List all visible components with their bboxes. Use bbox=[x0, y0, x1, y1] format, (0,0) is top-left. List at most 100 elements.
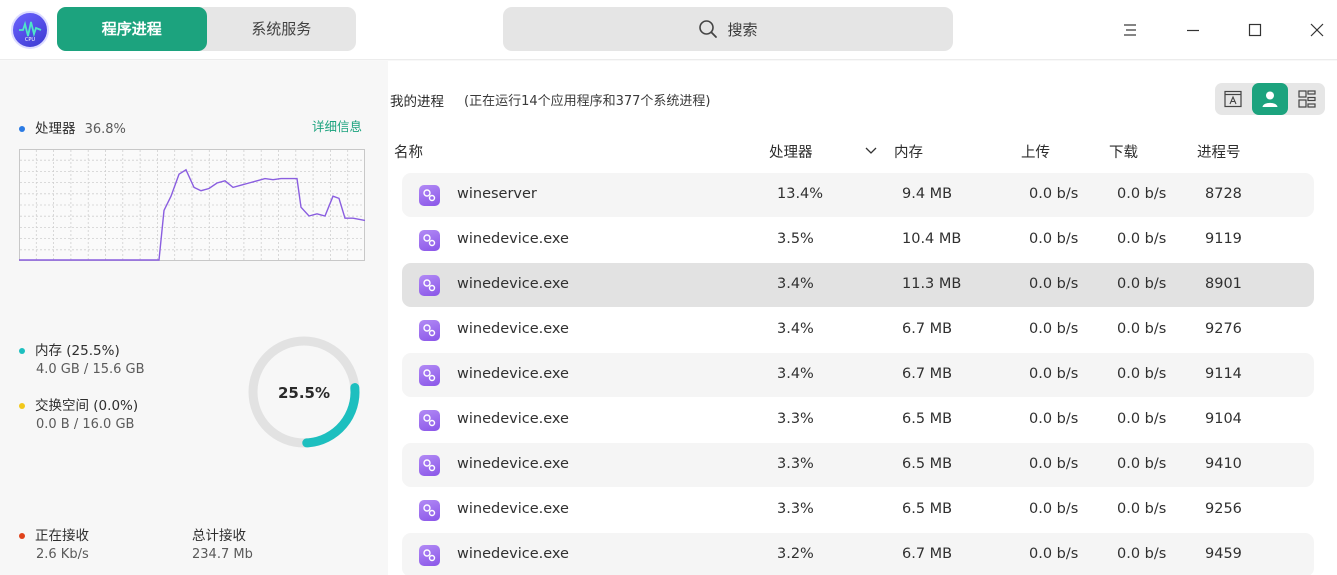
hamburger-menu-icon bbox=[1124, 24, 1136, 36]
search-icon bbox=[699, 20, 718, 38]
process-name: wineserver bbox=[457, 186, 537, 202]
close-icon bbox=[1310, 23, 1324, 37]
process-icon bbox=[419, 500, 440, 521]
process-cpu: 3.4% bbox=[777, 321, 814, 337]
process-section-desc: (正在运行14个应用程序和377个系统进程) bbox=[464, 94, 711, 109]
process-pid: 8728 bbox=[1205, 186, 1242, 202]
app-logo-text: CPU bbox=[25, 37, 36, 43]
table-row[interactable]: winedevice.exe 3.3% 6.5 MB 0.0 b/s 0.0 b… bbox=[402, 443, 1314, 487]
process-download: 0.0 b/s bbox=[1117, 456, 1167, 472]
swap-legend-dot bbox=[19, 402, 25, 409]
process-pid: 9104 bbox=[1205, 411, 1242, 427]
process-memory: 6.7 MB bbox=[902, 321, 953, 337]
table-row[interactable]: winedevice.exe 3.4% 6.7 MB 0.0 b/s 0.0 b… bbox=[402, 308, 1314, 352]
process-name: winedevice.exe bbox=[457, 276, 569, 292]
process-name: winedevice.exe bbox=[457, 231, 569, 247]
tab-processes[interactable]: 程序进程 bbox=[57, 7, 207, 51]
tab-services[interactable]: 系统服务 bbox=[207, 7, 357, 51]
process-cpu: 3.4% bbox=[777, 366, 814, 382]
view-all-processes-button[interactable] bbox=[1288, 83, 1325, 115]
process-pid: 9119 bbox=[1205, 231, 1242, 247]
network-total-value: 234.7 Mb bbox=[192, 547, 253, 562]
title-bar: CPU 程序进程 系统服务 搜索 bbox=[0, 0, 1337, 60]
memory-label: 内存 (25.5%) bbox=[35, 343, 120, 359]
minimize-icon bbox=[1187, 29, 1199, 32]
process-name: winedevice.exe bbox=[457, 456, 569, 472]
close-button[interactable] bbox=[1297, 10, 1337, 50]
table-row[interactable]: winedevice.exe 3.4% 11.3 MB 0.0 b/s 0.0 … bbox=[402, 263, 1314, 307]
maximize-button[interactable] bbox=[1235, 10, 1275, 50]
maximize-icon bbox=[1248, 23, 1262, 37]
view-tabs: 程序进程 系统服务 bbox=[57, 7, 356, 51]
process-memory: 10.4 MB bbox=[902, 231, 962, 247]
process-pid: 8901 bbox=[1205, 276, 1242, 292]
table-row[interactable]: winedevice.exe 3.2% 6.7 MB 0.0 b/s 0.0 b… bbox=[402, 533, 1314, 575]
swap-label: 交换空间 (0.0%) bbox=[35, 398, 139, 414]
app-window-icon bbox=[1224, 90, 1242, 108]
table-row[interactable]: winedevice.exe 3.3% 6.5 MB 0.0 b/s 0.0 b… bbox=[402, 398, 1314, 442]
cpu-label: 处理器 bbox=[35, 121, 76, 137]
column-header-cpu[interactable]: 处理器 bbox=[769, 141, 813, 162]
column-header-name[interactable]: 名称 bbox=[394, 141, 423, 162]
column-header-download[interactable]: 下载 bbox=[1109, 141, 1138, 162]
process-icon bbox=[419, 545, 440, 566]
cpu-history-chart bbox=[19, 149, 365, 261]
view-apps-button[interactable] bbox=[1215, 83, 1252, 115]
network-total: 总计接收 234.7 Mb bbox=[192, 524, 253, 562]
process-download: 0.0 b/s bbox=[1117, 546, 1167, 562]
memory-ring-label: 25.5% bbox=[278, 384, 330, 402]
cpu-percent: 36.8% bbox=[84, 122, 126, 137]
process-memory: 6.7 MB bbox=[902, 546, 953, 562]
process-icon bbox=[419, 365, 440, 386]
tree-view-icon bbox=[1298, 90, 1316, 108]
process-cpu: 3.2% bbox=[777, 546, 814, 562]
process-upload: 0.0 b/s bbox=[1029, 276, 1079, 292]
process-cpu: 3.3% bbox=[777, 456, 814, 472]
process-memory: 6.5 MB bbox=[902, 501, 953, 517]
table-row[interactable]: winedevice.exe 3.5% 10.4 MB 0.0 b/s 0.0 … bbox=[402, 218, 1314, 262]
process-upload: 0.0 b/s bbox=[1029, 411, 1079, 427]
cpu-detail-link[interactable]: 详细信息 bbox=[312, 116, 362, 135]
sort-descending-icon[interactable] bbox=[864, 144, 878, 158]
process-upload: 0.0 b/s bbox=[1029, 321, 1079, 337]
network-recv-label: 正在接收 bbox=[35, 528, 89, 544]
process-download: 0.0 b/s bbox=[1117, 186, 1167, 202]
waveform-icon: CPU bbox=[19, 20, 42, 43]
monitor-panel: 处理器 36.8% 详细信息 内存 (25.5%) 4.0 GB / 15.6 … bbox=[0, 61, 388, 575]
process-panel: 我的进程 (正在运行14个应用程序和377个系统进程) 名称 处理器 内存 上传… bbox=[388, 61, 1337, 575]
process-pid: 9256 bbox=[1205, 501, 1242, 517]
menu-button[interactable] bbox=[1110, 10, 1150, 50]
minimize-button[interactable] bbox=[1173, 10, 1213, 50]
process-download: 0.0 b/s bbox=[1117, 411, 1167, 427]
process-pid: 9459 bbox=[1205, 546, 1242, 562]
process-memory: 6.5 MB bbox=[902, 456, 953, 472]
cpu-legend-dot bbox=[19, 125, 25, 132]
network-total-label: 总计接收 bbox=[192, 528, 246, 544]
process-upload: 0.0 b/s bbox=[1029, 456, 1079, 472]
process-pid: 9276 bbox=[1205, 321, 1242, 337]
column-header-pid[interactable]: 进程号 bbox=[1197, 141, 1241, 162]
app-logo: CPU bbox=[11, 11, 49, 49]
swap-summary: 交换空间 (0.0%) 0.0 B / 16.0 GB bbox=[19, 394, 138, 432]
table-row[interactable]: wineserver 13.4% 9.4 MB 0.0 b/s 0.0 b/s … bbox=[402, 173, 1314, 217]
process-pid: 9410 bbox=[1205, 456, 1242, 472]
process-name: winedevice.exe bbox=[457, 321, 569, 337]
process-download: 0.0 b/s bbox=[1117, 321, 1167, 337]
process-cpu: 3.3% bbox=[777, 411, 814, 427]
network-recv-value: 2.6 Kb/s bbox=[36, 547, 89, 562]
process-memory: 9.4 MB bbox=[902, 186, 953, 202]
process-memory: 6.7 MB bbox=[902, 366, 953, 382]
column-header-memory[interactable]: 内存 bbox=[894, 141, 923, 162]
memory-ring-chart: 25.5% bbox=[248, 336, 360, 448]
table-row[interactable]: winedevice.exe 3.3% 6.5 MB 0.0 b/s 0.0 b… bbox=[402, 488, 1314, 532]
swap-detail: 0.0 B / 16.0 GB bbox=[36, 417, 135, 432]
process-icon bbox=[419, 320, 440, 341]
process-cpu: 3.5% bbox=[777, 231, 814, 247]
process-name: winedevice.exe bbox=[457, 366, 569, 382]
column-header-upload[interactable]: 上传 bbox=[1021, 141, 1050, 162]
table-row[interactable]: winedevice.exe 3.4% 6.7 MB 0.0 b/s 0.0 b… bbox=[402, 353, 1314, 397]
view-my-processes-button[interactable] bbox=[1251, 83, 1289, 115]
search-box[interactable]: 搜索 bbox=[503, 7, 953, 51]
process-upload: 0.0 b/s bbox=[1029, 231, 1079, 247]
process-download: 0.0 b/s bbox=[1117, 231, 1167, 247]
